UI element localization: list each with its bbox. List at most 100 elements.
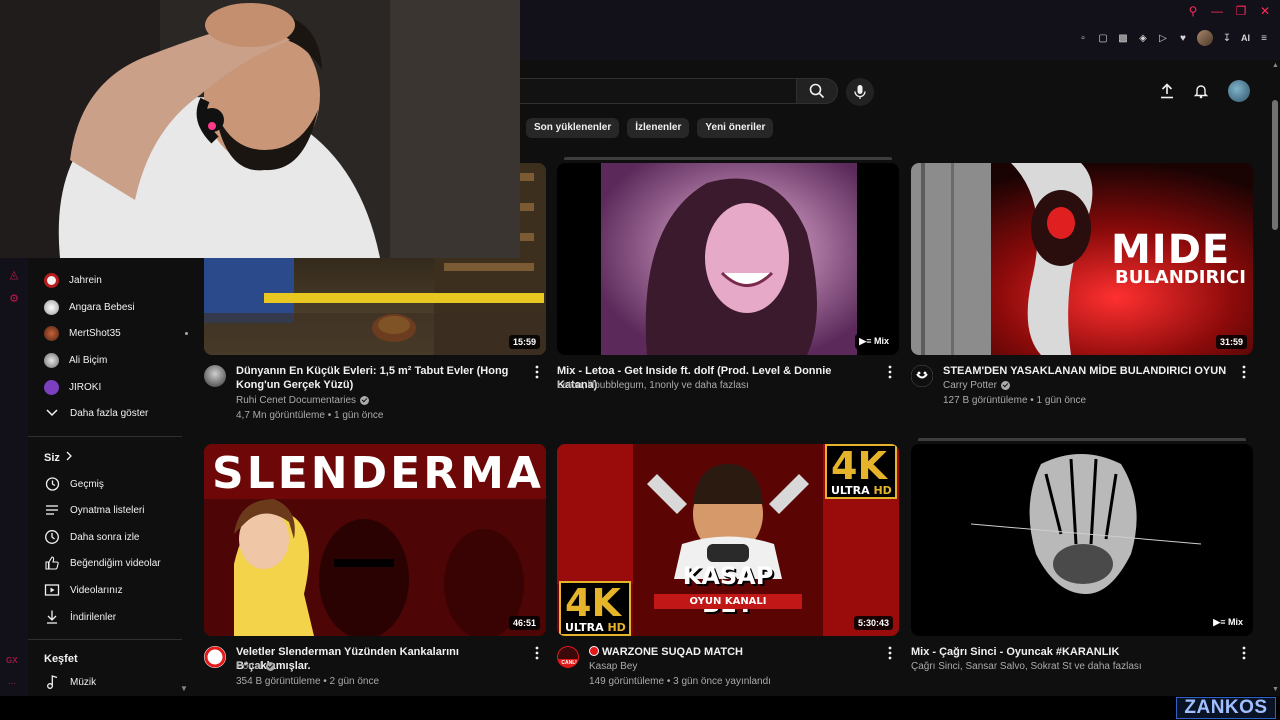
chip-watched[interactable]: İzlenenler <box>627 118 690 138</box>
sidebar-item-jiroki[interactable]: JIROKI <box>44 376 194 398</box>
heart-icon[interactable]: ♥ <box>1177 32 1189 44</box>
sidebar-item-mertshot35[interactable]: MertShot35 <box>44 322 194 344</box>
channel-avatar[interactable] <box>204 646 226 668</box>
minimize-icon[interactable]: — <box>1210 4 1224 18</box>
more-options-icon[interactable] <box>885 364 895 380</box>
video-card[interactable]: ▶≡ Mix Mix - Letoa - Get Inside ft. dolf… <box>557 163 899 425</box>
sidebar-item-label: Müzik <box>70 676 97 688</box>
profile-avatar[interactable] <box>1197 30 1213 46</box>
more-options-icon[interactable] <box>532 364 542 380</box>
sidebar-item-history[interactable]: Geçmiş <box>44 473 194 495</box>
live-badge: CANLI <box>558 659 578 667</box>
video-title[interactable]: Dünyanın En Küçük Evleri: 1,5 m² Tabut E… <box>236 364 526 392</box>
scroll-down-icon[interactable]: ▼ <box>1272 686 1279 693</box>
divider <box>28 436 182 437</box>
bookmark-icon[interactable]: ▫ <box>1077 32 1089 44</box>
thumbnail-art <box>970 454 1202 594</box>
voice-search-button[interactable] <box>846 78 874 106</box>
video-card[interactable]: ▶≡ Mix Mix - Çağrı Sinci - Oyuncak #KARA… <box>911 444 1253 706</box>
video-thumbnail[interactable]: ▶≡ Mix <box>557 163 899 355</box>
search-icon[interactable]: ⚲ <box>1186 4 1200 18</box>
badge-ultra-label: ULTRA HD <box>831 484 892 497</box>
restore-icon[interactable]: ❐ <box>1234 4 1248 18</box>
video-thumbnail[interactable]: SLENDERMAN 46:51 <box>204 444 546 636</box>
search-button[interactable] <box>796 78 838 104</box>
ai-button[interactable]: AI <box>1241 33 1250 43</box>
duration-badge: 31:59 <box>1215 335 1247 349</box>
channel-name[interactable]: Ruhi Cenet Documentaries <box>236 395 370 406</box>
mix-badge-label: Mix <box>1227 617 1243 627</box>
badge-4k-top: 4K ULTRA HD <box>825 444 897 499</box>
sidebar-item-liked-videos[interactable]: Beğendiğim videolar <box>44 552 194 574</box>
live-indicator-icon <box>589 646 599 656</box>
channel-name[interactable]: Çağrı Sinci, Sansar Salvo, Sokrat St ve … <box>911 661 1142 672</box>
badge-ultra-label: ULTRA HD <box>565 621 626 634</box>
video-thumbnail[interactable]: 4K ULTRA HD 4K ULTRA HD KASAP BEY OYUN K… <box>557 444 899 636</box>
channel-avatar[interactable] <box>911 365 933 387</box>
more-options-icon[interactable] <box>885 645 895 661</box>
sidebar-item-label: Geçmiş <box>70 478 104 490</box>
sidebar-icon-2[interactable]: ◬ <box>7 268 21 282</box>
mix-badge: ▶≡ Mix <box>1209 615 1247 630</box>
sidebar-item-label: Daha sonra izle <box>70 531 140 543</box>
sidebar-item-ali-bicim[interactable]: Ali Biçim <box>44 349 194 371</box>
play-icon[interactable]: ▷ <box>1157 32 1169 44</box>
sidebar-item-angara-bebesi[interactable]: Angara Bebesi <box>44 296 194 318</box>
video-card[interactable]: SLENDERMAN 46:51 Veletler Slenderman Yüz… <box>204 444 546 706</box>
ultra-label: ULTRA <box>565 621 604 634</box>
playlist-icon <box>44 502 60 518</box>
sidebar-item-music[interactable]: Müzik <box>44 671 194 693</box>
video-title[interactable]: STEAM'DEN YASAKLANAN MİDE BULANDIRICI OY… <box>943 364 1233 378</box>
chip-recent[interactable]: Son yüklenenler <box>526 118 620 138</box>
music-icon <box>44 674 60 690</box>
sidebar-item-downloads[interactable]: İndirilenler <box>44 606 194 628</box>
settings-icon[interactable]: ⚙ <box>7 292 21 306</box>
more-options-icon[interactable] <box>1239 364 1249 380</box>
more-options-icon[interactable] <box>1239 645 1249 661</box>
shield-icon[interactable]: ▩ <box>1117 32 1129 44</box>
video-thumbnail[interactable]: ▶≡ Mix <box>911 444 1253 636</box>
download-icon[interactable]: ↧ <box>1221 32 1233 44</box>
notifications-button[interactable] <box>1190 80 1212 102</box>
menu-icon[interactable]: ≡ <box>1258 32 1270 44</box>
snapshot-icon[interactable]: ▢ <box>1097 32 1109 44</box>
video-thumbnail[interactable]: MIDE BULANDIRICI 31:59 <box>911 163 1253 355</box>
download-icon <box>44 609 60 625</box>
cube-icon[interactable]: ◈ <box>1137 32 1149 44</box>
sidebar-item-watch-later[interactable]: Daha sonra izle <box>44 526 194 548</box>
channel-name[interactable]: Kasap Bey <box>589 661 637 672</box>
account-avatar[interactable] <box>1228 80 1250 102</box>
channel-name[interactable]: Portal <box>236 661 276 672</box>
video-stats: 149 görüntüleme • 3 gün önce yayınlandı <box>589 676 771 687</box>
scroll-thumb[interactable] <box>1272 100 1278 230</box>
video-title[interactable]: WARZONE SUQAD MATCH <box>589 645 879 659</box>
sidebar-item-label: JIROKI <box>69 381 102 393</box>
video-card[interactable]: 4K ULTRA HD 4K ULTRA HD KASAP BEY OYUN K… <box>557 444 899 706</box>
show-more-button[interactable]: Daha fazla göster <box>44 402 194 424</box>
sidebar-item-label: Ali Biçim <box>69 354 108 366</box>
scroll-down-icon[interactable]: ▼ <box>180 684 188 693</box>
page-scrollbar[interactable]: ▲ ▼ <box>1270 60 1280 696</box>
more-dots-icon[interactable]: ... <box>8 676 16 687</box>
video-title[interactable]: Mix - Çağrı Sinci - Oyuncak #KARANLIK <box>911 645 1201 659</box>
verified-icon <box>266 662 276 671</box>
you-section-heading[interactable]: Siz <box>44 451 72 464</box>
video-card[interactable]: MIDE BULANDIRICI 31:59 STEAM'DEN YASAKLA… <box>911 163 1253 425</box>
sidebar-item-playlists[interactable]: Oynatma listeleri <box>44 499 194 521</box>
sidebar-item-label: MertShot35 <box>69 327 121 339</box>
more-options-icon[interactable] <box>532 645 542 661</box>
sidebar-item-jahrein[interactable]: Jahrein <box>44 269 194 291</box>
channel-avatar[interactable] <box>204 365 226 387</box>
sidebar-item-your-videos[interactable]: Videolarınız <box>44 579 194 601</box>
close-icon[interactable]: ✕ <box>1258 4 1272 18</box>
channel-name-label: Carry Potter <box>943 380 997 391</box>
scroll-up-icon[interactable]: ▲ <box>1272 62 1279 69</box>
channel-name[interactable]: Letoa, lilbubblegum, 1nonly ve daha fazl… <box>557 380 749 391</box>
video-title[interactable]: Veletler Slenderman Yüzünden Kankalarını… <box>236 645 526 673</box>
channel-avatar[interactable]: CANLI <box>557 646 579 668</box>
hd-label: HD <box>873 484 892 497</box>
upload-button[interactable] <box>1156 80 1178 102</box>
chip-new[interactable]: Yeni öneriler <box>697 118 774 138</box>
channel-name[interactable]: Carry Potter <box>943 380 1010 391</box>
upload-icon <box>1161 83 1173 99</box>
